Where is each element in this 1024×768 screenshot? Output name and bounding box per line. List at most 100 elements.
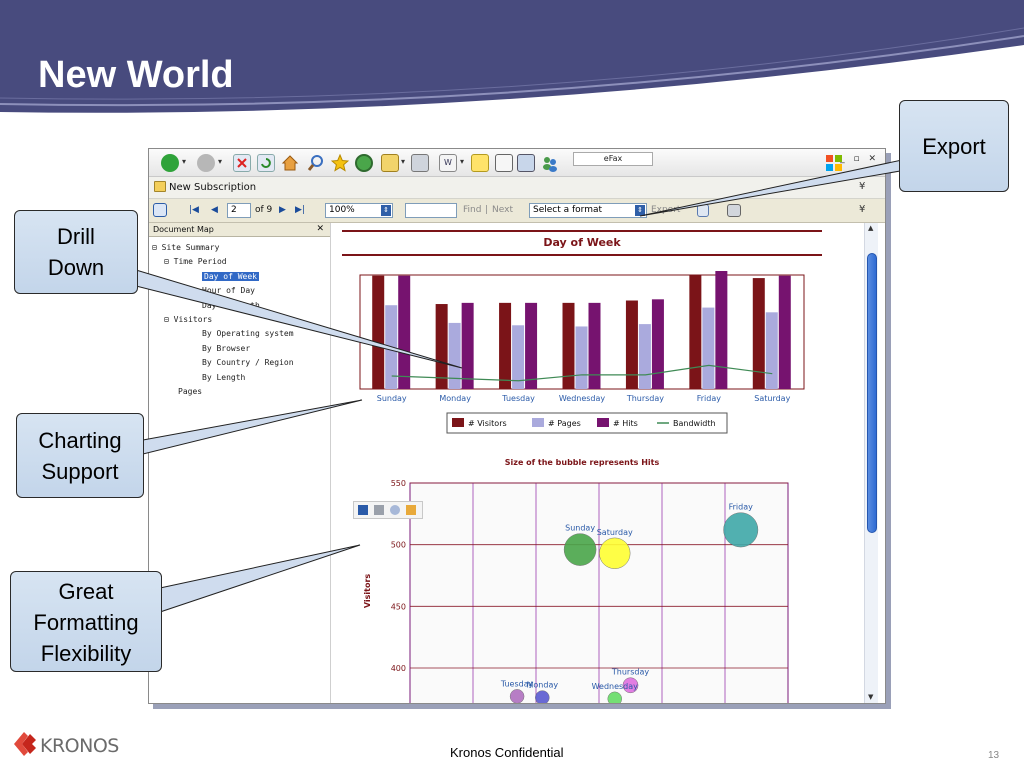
collapse-icon[interactable]: ¥ (859, 181, 865, 192)
next-page-icon[interactable]: ▶ (279, 205, 286, 215)
messenger-icon[interactable] (541, 154, 559, 172)
expander-icon[interactable]: ⊟ (164, 257, 174, 266)
print-chart-icon[interactable] (374, 505, 384, 515)
y-tick-label: 400 (391, 664, 406, 673)
tree-item-label: Hour of Day (202, 286, 255, 296)
chart-title: Day of Week (543, 236, 621, 249)
tree-item[interactable]: By Country / Region (202, 358, 294, 367)
x-tick-label: Sunday (377, 394, 407, 403)
tree-item[interactable]: By Length (202, 373, 245, 382)
page-number: 13 (988, 750, 1000, 761)
toolbar-collapse-icon[interactable]: ¥ (859, 204, 865, 215)
forward-icon[interactable] (197, 154, 215, 172)
zoom-select[interactable]: 100% ⇕ (325, 203, 393, 218)
edit-dropdown-icon[interactable]: ▾ (460, 157, 464, 166)
bar (625, 300, 638, 389)
settings-icon[interactable] (406, 505, 416, 515)
bar (765, 312, 778, 389)
page-count: of 9 (255, 205, 273, 215)
scroll-up-icon[interactable]: ▲ (868, 224, 873, 232)
edit-icon[interactable]: W (439, 154, 457, 172)
bubble (509, 689, 525, 703)
close-icon[interactable]: ✕ (316, 224, 324, 234)
bar (461, 302, 474, 389)
tree-item-label: Time Period (173, 257, 227, 267)
document-map-toggle-icon[interactable] (153, 203, 167, 217)
y-tick-label: 450 (391, 602, 406, 611)
bubble-label: Wednesday (592, 682, 639, 691)
legend-swatch (452, 418, 464, 427)
bar (715, 271, 728, 389)
page-icon[interactable] (495, 154, 513, 172)
vertical-scrollbar[interactable]: ▲ ▼ (864, 223, 878, 703)
export-callout: Export (899, 100, 1009, 192)
bubble-chart: Size of the bubble represents Hits 550 500… (363, 458, 789, 703)
find-link[interactable]: Find (463, 205, 481, 215)
first-page-icon[interactable]: |◀ (189, 205, 199, 215)
mail-icon[interactable] (381, 154, 399, 172)
stop-icon[interactable] (233, 154, 251, 172)
research-icon[interactable] (517, 154, 535, 172)
expander-icon[interactable]: ⊟ (164, 315, 174, 324)
tree-item[interactable]: ⊟ Visitors (164, 315, 212, 324)
export-link[interactable]: Export (651, 205, 680, 215)
bar (525, 302, 538, 389)
y-tick-label: 550 (391, 479, 406, 488)
export-format-select[interactable]: Select a format ⇕ (529, 203, 647, 218)
home-icon[interactable] (281, 154, 299, 172)
x-tick-label: Monday (439, 394, 471, 403)
tree-item-label: Day of Week (202, 271, 259, 281)
tree-item[interactable]: Day of Week (202, 271, 259, 281)
last-page-icon[interactable]: ▶| (295, 205, 305, 215)
zoom-value: 100% (329, 205, 355, 215)
zoom-dropdown-icon: ⇕ (381, 205, 391, 216)
scroll-down-icon[interactable]: ▼ (868, 693, 873, 701)
charting-support-callout: Charting Support (16, 413, 144, 498)
page-number-input[interactable]: 2 (227, 203, 251, 218)
x-tick-label: Saturday (754, 394, 790, 403)
format-dropdown-icon: ⇕ (635, 205, 645, 216)
report-viewer: Day of Week Sunday Monday Tuesday Wednesday T… (332, 223, 864, 703)
tree-item-label: Site Summary (161, 243, 220, 252)
expander-icon[interactable]: ⊟ (152, 243, 162, 252)
print-icon[interactable] (411, 154, 429, 172)
note-icon[interactable] (471, 154, 489, 172)
window-controls[interactable]: _ ▫ ✕ (840, 154, 879, 164)
bar (499, 302, 512, 389)
tree-item[interactable]: By Operating system (202, 329, 294, 338)
tree-item[interactable]: Hour of Day (202, 286, 255, 295)
save-icon[interactable] (358, 505, 368, 515)
history-icon[interactable] (355, 154, 373, 172)
efax-field[interactable]: eFax (573, 152, 653, 166)
bar (575, 326, 588, 389)
forward-dropdown-icon[interactable]: ▾ (218, 157, 222, 166)
next-link[interactable]: Next (492, 205, 513, 215)
tree-item[interactable]: By Browser (202, 344, 250, 353)
bubble-label: Friday (729, 503, 754, 512)
tree-item-label: Visitors (173, 315, 213, 324)
formatting-flexibility-callout: Great Formatting Flexibility (10, 571, 162, 672)
tree-item[interactable]: Pages (178, 387, 202, 396)
find-input[interactable] (405, 203, 457, 218)
back-icon[interactable] (161, 154, 179, 172)
new-subscription-link[interactable]: New Subscription (169, 182, 256, 193)
copy-icon[interactable] (390, 505, 400, 515)
legend-swatch (532, 418, 544, 427)
y-axis-label: Visitors (363, 574, 372, 609)
tree-item[interactable]: ⊟ Time Period (164, 257, 227, 266)
bubble (563, 533, 597, 566)
tree-item[interactable]: ⊟ Site Summary (152, 243, 219, 252)
print-report-icon[interactable] (727, 204, 741, 217)
tree-item[interactable]: Day of Month (202, 301, 260, 310)
previous-page-icon[interactable]: ◀ (211, 205, 218, 215)
back-dropdown-icon[interactable]: ▾ (182, 157, 186, 166)
favorites-icon[interactable] (330, 153, 350, 172)
bubble-label: Sunday (565, 524, 595, 533)
refresh-icon[interactable] (257, 154, 275, 172)
bubble (535, 690, 550, 703)
tree-item-label: Day of Month (202, 300, 260, 310)
refresh-report-icon[interactable] (697, 204, 709, 217)
scroll-thumb[interactable] (867, 253, 877, 533)
mail-dropdown-icon[interactable]: ▾ (401, 157, 405, 166)
search-icon[interactable] (307, 154, 325, 172)
